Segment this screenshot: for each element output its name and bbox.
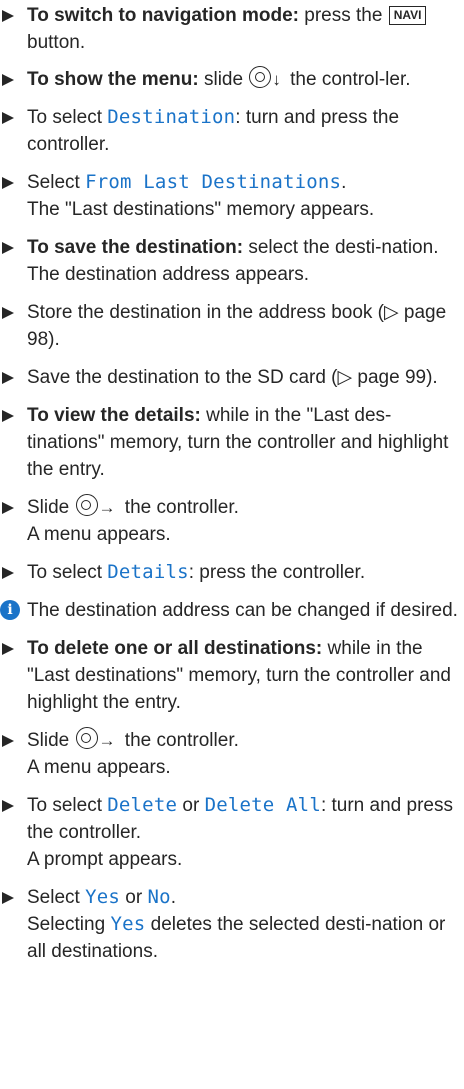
list-item: To select Destination: turn and press th… bbox=[0, 104, 462, 158]
instruction-list: To switch to navigation mode: press the … bbox=[0, 2, 462, 976]
triangle-bullet-icon bbox=[2, 735, 14, 747]
list-item: To switch to navigation mode: press the … bbox=[0, 2, 462, 56]
list-item: Save the destination to the SD card (▷ p… bbox=[0, 364, 462, 391]
step-heading: To switch to navigation mode: bbox=[27, 5, 299, 26]
navi-key-icon: NAVI bbox=[388, 6, 427, 25]
list-item: To view the details: while in the "Last … bbox=[0, 402, 462, 483]
list-item: Slide → the controller. A menu appears. bbox=[0, 727, 462, 781]
display-text: Yes bbox=[110, 913, 146, 935]
info-icon: i bbox=[0, 600, 20, 620]
list-item: To select Delete or Delete All: turn and… bbox=[0, 792, 462, 873]
result-text: A menu appears. bbox=[27, 524, 171, 545]
triangle-bullet-icon bbox=[2, 177, 14, 189]
step-heading: To delete one or all destinations: bbox=[27, 638, 323, 659]
list-item: Store the destination in the address boo… bbox=[0, 299, 462, 353]
display-text: No bbox=[147, 886, 171, 908]
triangle-bullet-icon bbox=[2, 372, 14, 384]
display-text: Delete All bbox=[204, 794, 321, 816]
triangle-bullet-icon bbox=[2, 307, 14, 319]
triangle-bullet-icon bbox=[2, 242, 14, 254]
note-text: The destination address can be changed i… bbox=[27, 600, 458, 621]
triangle-bullet-icon bbox=[2, 10, 14, 22]
info-note: i The destination address can be changed… bbox=[0, 597, 462, 624]
arrow-right-icon: → bbox=[98, 731, 116, 750]
display-text: Destination bbox=[107, 106, 236, 128]
result-text: A menu appears. bbox=[27, 757, 171, 778]
list-item: Select From Last Destinations. The "Last… bbox=[0, 169, 462, 223]
triangle-bullet-icon bbox=[2, 502, 14, 514]
triangle-bullet-icon bbox=[2, 892, 14, 904]
list-item: Slide → the controller. A menu appears. bbox=[0, 494, 462, 548]
list-item: To save the destination: select the dest… bbox=[0, 234, 462, 288]
arrow-down-icon: ↓ bbox=[272, 70, 281, 89]
triangle-bullet-icon bbox=[2, 74, 14, 86]
triangle-bullet-icon bbox=[2, 112, 14, 124]
triangle-bullet-icon bbox=[2, 643, 14, 655]
list-item: To show the menu: slide ↓ the control-le… bbox=[0, 66, 462, 93]
controller-icon bbox=[75, 727, 98, 749]
result-text: The "Last destinations" memory appears. bbox=[27, 199, 375, 220]
step-heading: To show the menu: bbox=[27, 69, 199, 90]
triangle-bullet-icon bbox=[2, 410, 14, 422]
list-item: To delete one or all destinations: while… bbox=[0, 635, 462, 716]
display-text: Yes bbox=[85, 886, 121, 908]
result-text: The destination address appears. bbox=[27, 264, 310, 285]
controller-icon bbox=[249, 66, 272, 88]
triangle-bullet-icon bbox=[2, 800, 14, 812]
list-item: To select Details: press the controller. bbox=[0, 559, 462, 586]
result-text: A prompt appears. bbox=[27, 849, 183, 870]
list-item: Select Yes or No. Selecting Yes deletes … bbox=[0, 884, 462, 965]
step-heading: To view the details: bbox=[27, 405, 201, 426]
display-text: From Last Destinations bbox=[85, 171, 342, 193]
triangle-bullet-icon bbox=[2, 567, 14, 579]
arrow-right-icon: → bbox=[98, 498, 116, 517]
display-text: Details bbox=[107, 561, 189, 583]
controller-icon bbox=[75, 494, 98, 516]
step-heading: To save the destination: bbox=[27, 237, 244, 258]
display-text: Delete bbox=[107, 794, 178, 816]
